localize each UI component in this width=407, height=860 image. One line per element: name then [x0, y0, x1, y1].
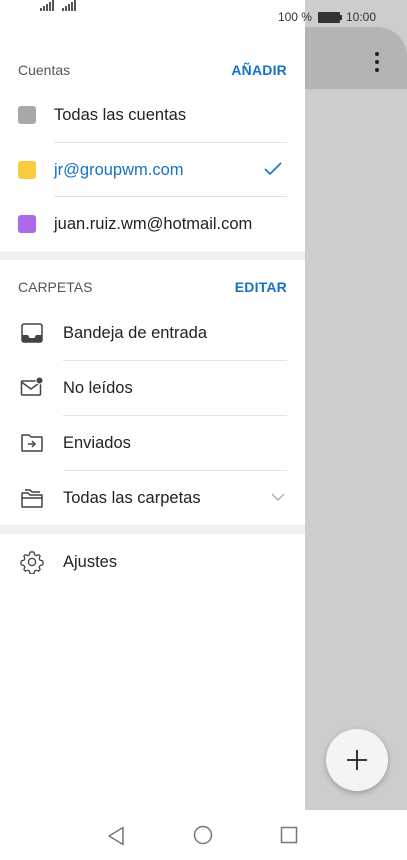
overflow-dot	[375, 60, 379, 64]
clock: 10:00	[345, 10, 376, 24]
overflow-dot	[375, 68, 379, 72]
folder-label: Bandeja de entrada	[63, 323, 208, 342]
settings-item[interactable]: Ajustes	[0, 535, 305, 589]
recents-icon[interactable]	[280, 826, 298, 844]
section-band	[0, 525, 305, 534]
battery-percent: 100 %	[277, 10, 312, 24]
sent-folder-icon	[21, 434, 43, 452]
account-item-hotmail[interactable]: juan.ruiz.wm@hotmail.com	[0, 197, 305, 251]
compose-fab-button[interactable]	[326, 729, 388, 791]
navigation-drawer: Cuentas AÑADIR Todas las cuentas jr@grou…	[0, 0, 305, 810]
inbox-icon	[21, 323, 43, 343]
account-label: Todas las cuentas	[54, 105, 187, 124]
background-app-toolbar	[305, 27, 407, 89]
edit-folders-button[interactable]: EDITAR	[235, 279, 287, 295]
account-color-swatch	[18, 215, 36, 233]
home-icon[interactable]	[193, 825, 213, 845]
account-color-swatch	[18, 161, 36, 179]
account-label: juan.ruiz.wm@hotmail.com	[54, 214, 253, 233]
checkmark-icon	[264, 162, 282, 176]
account-label: jr@groupwm.com	[54, 160, 184, 179]
settings-label: Ajustes	[63, 552, 118, 571]
folder-label: Enviados	[63, 433, 131, 452]
folder-item-sent[interactable]: Enviados	[0, 416, 305, 470]
plus-icon	[347, 750, 367, 770]
overflow-menu-button[interactable]	[366, 46, 388, 78]
account-color-swatch	[18, 106, 36, 124]
system-navigation-bar	[0, 810, 407, 860]
folder-item-inbox[interactable]: Bandeja de entrada	[0, 306, 305, 360]
gear-icon	[20, 551, 44, 574]
status-bar: 100 % 10:00	[0, 0, 407, 36]
folder-label: Todas las carpetas	[63, 488, 201, 507]
status-right: 100 % 10:00	[278, 10, 376, 24]
accounts-title: Cuentas	[18, 62, 71, 78]
folder-item-unread[interactable]: No leídos	[0, 361, 305, 415]
folder-item-all-folders[interactable]: Todas las carpetas	[0, 471, 305, 525]
account-item-groupwm[interactable]: jr@groupwm.com	[0, 143, 305, 197]
folders-header: CARPETAS EDITAR	[18, 277, 287, 297]
add-account-button[interactable]: AÑADIR	[231, 62, 287, 78]
accounts-header: Cuentas AÑADIR	[18, 60, 287, 80]
account-item-all[interactable]: Todas las cuentas	[0, 88, 305, 142]
folders-title: CARPETAS	[18, 279, 93, 295]
back-icon[interactable]	[107, 826, 125, 846]
unread-mail-icon	[20, 376, 44, 396]
section-band	[0, 251, 305, 260]
folder-label: No leídos	[63, 378, 133, 397]
battery-icon	[317, 11, 342, 23]
chevron-down-icon[interactable]	[271, 493, 285, 502]
folders-icon	[21, 489, 43, 508]
overflow-dot	[375, 52, 379, 56]
